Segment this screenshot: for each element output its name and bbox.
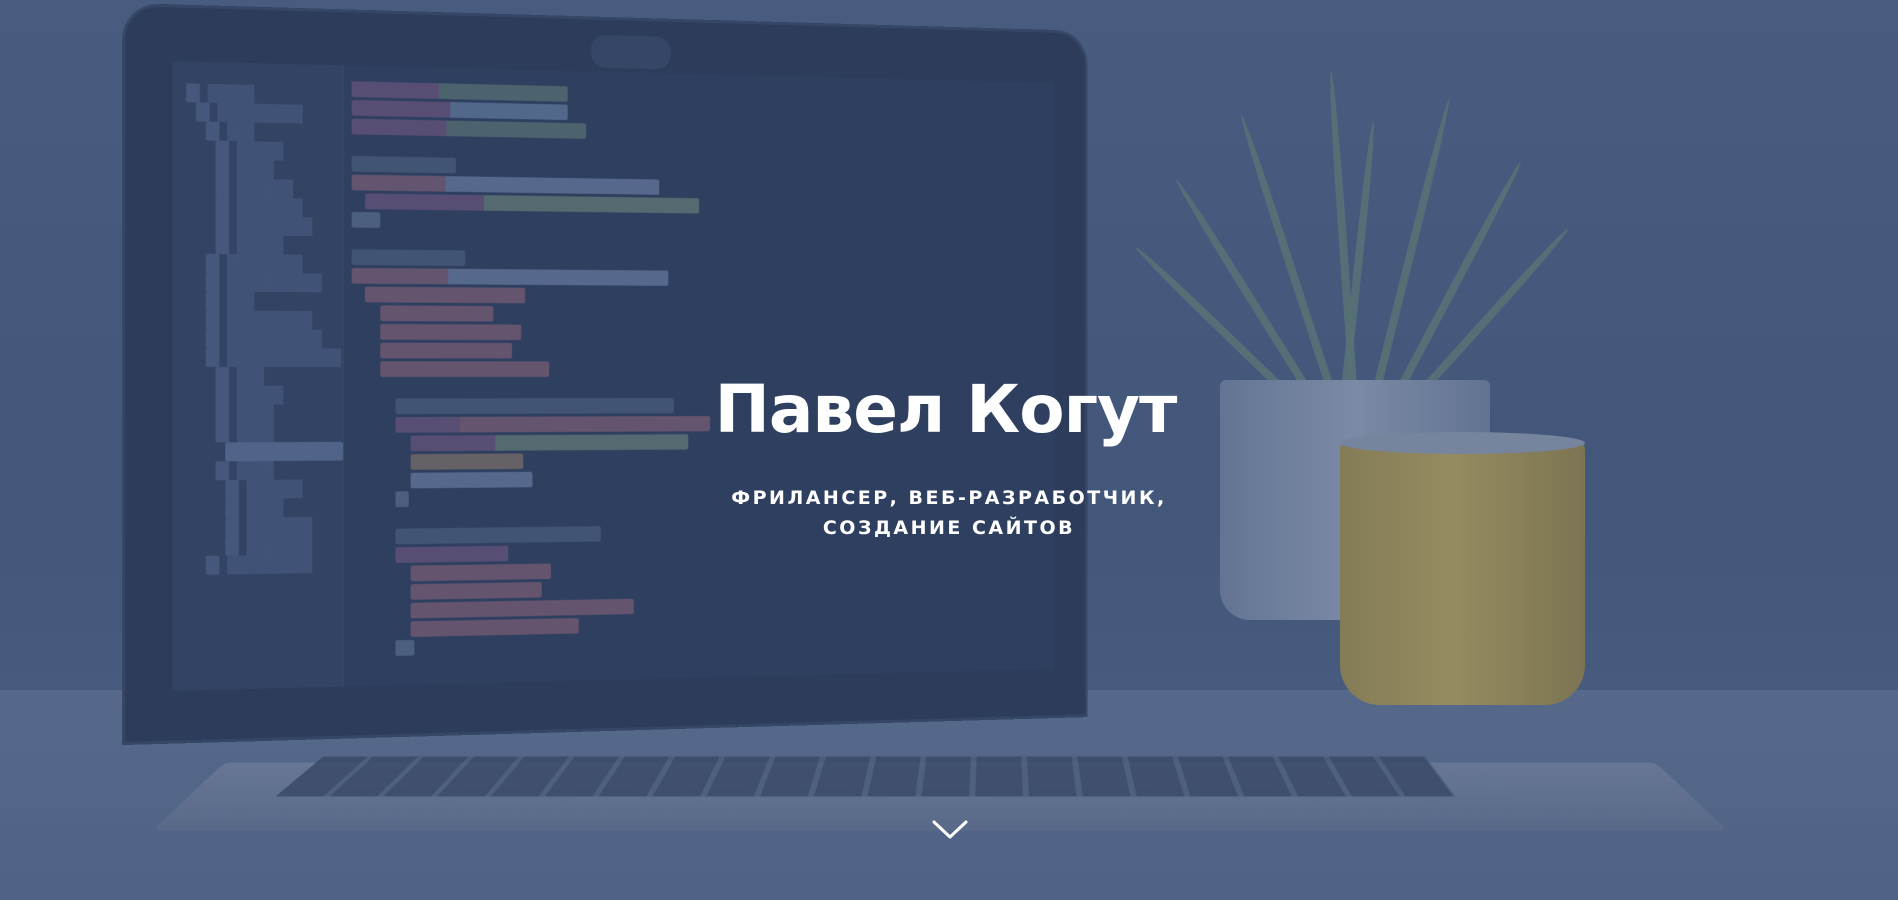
chevron-down-icon	[932, 820, 968, 839]
hero-section: Павел Когут ФРИЛАНСЕР, ВЕБ-РАЗРАБОТЧИК, …	[0, 0, 1898, 900]
color-overlay	[0, 0, 1898, 900]
hero-subtitle: ФРИЛАНСЕР, ВЕБ-РАЗРАБОТЧИК, СОЗДАНИЕ САЙ…	[0, 483, 1898, 543]
hero-subtitle-line-2: СОЗДАНИЕ САЙТОВ	[822, 517, 1076, 539]
hero-subtitle-line-1: ФРИЛАНСЕР, ВЕБ-РАЗРАБОТЧИК,	[731, 487, 1167, 509]
hero-title: Павел Когут	[714, 371, 1178, 448]
background-photo	[0, 0, 1898, 900]
scroll-down-button[interactable]	[931, 818, 969, 842]
